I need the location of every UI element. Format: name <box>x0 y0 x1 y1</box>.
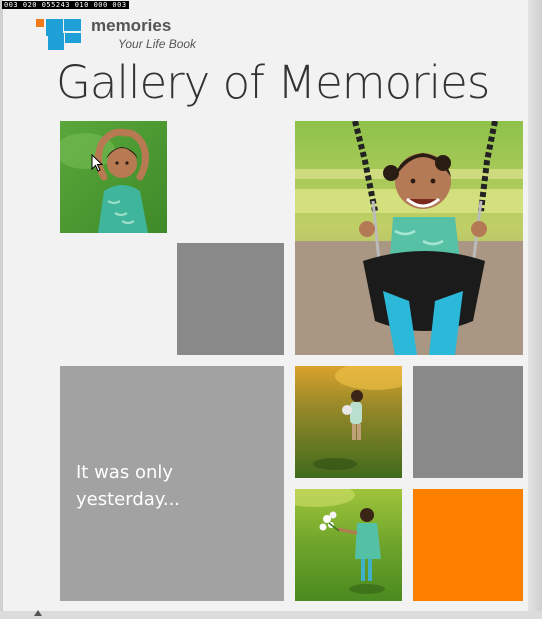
caption-text: It was only yesterday... <box>76 462 181 510</box>
grey-tile[interactable] <box>177 243 284 355</box>
scroll-caret-icon <box>34 610 42 616</box>
photo-tile-girl-on-swing[interactable] <box>295 121 523 355</box>
photo-tile-girl-on-grass[interactable] <box>60 121 167 233</box>
logo-square <box>64 19 81 31</box>
brand-name: memories <box>91 16 172 35</box>
logo-square <box>48 33 64 50</box>
logo-square <box>36 19 44 27</box>
photo-image <box>295 121 523 355</box>
window-frame-right <box>528 0 542 619</box>
photo-tile-girl-with-flowers[interactable] <box>295 489 402 601</box>
logo-square <box>65 33 81 43</box>
grey-tile[interactable] <box>413 366 523 478</box>
photo-image <box>60 121 167 233</box>
frame-counter: 003 020 055243 010 000 003 <box>2 1 129 9</box>
mouse-cursor-icon <box>91 154 103 172</box>
page-title: Gallery of Memories <box>56 56 490 109</box>
orange-tile[interactable] <box>413 489 523 601</box>
brand-tagline: Your Life Book <box>118 37 197 51</box>
photo-image <box>295 366 402 478</box>
window-frame-bottom <box>0 611 542 619</box>
photo-tile-girl-in-field[interactable] <box>295 366 402 478</box>
app-logo: memories Your Life Book <box>36 16 226 57</box>
window-frame-left <box>0 0 3 619</box>
photo-image <box>295 489 402 601</box>
caption-tile[interactable]: It was only yesterday... <box>60 366 284 601</box>
